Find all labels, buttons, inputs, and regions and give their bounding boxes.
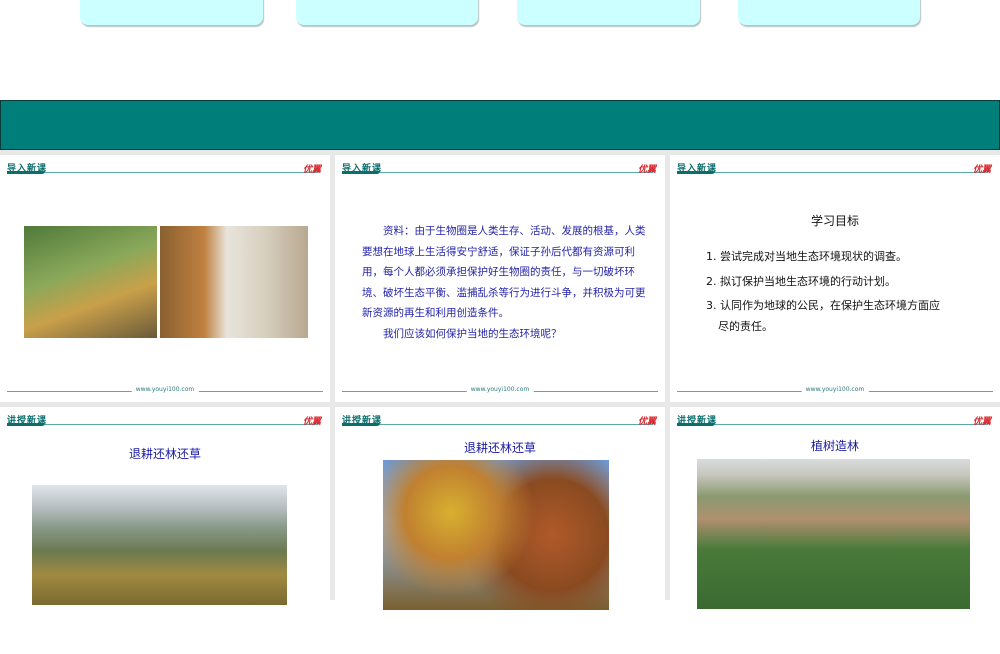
goal-item: 1. 尝试完成对当地生态环境现状的调查。 [706,250,907,263]
slide-title: 学习目标 [810,214,859,228]
reference-text: 资料：由于生物圈是人类生存、活动、发展的根基，人类要想在地球上生活得安宁舒适，保… [362,221,647,344]
slide-thumbnail-2[interactable]: 导入新课 优翼 资料：由于生物圈是人类生存、活动、发展的根基，人类要想在地球上生… [335,155,665,402]
autumn-trees-photo [383,460,609,610]
header-line [342,423,653,426]
slide-title: 退耕还林还草 [463,441,536,455]
slide-thumbnail-5[interactable]: 讲授新课 优翼 退耕还林还草 [335,407,665,654]
slide-title: 退耕还林还草 [128,447,201,461]
header-line [7,423,318,426]
header-line [7,171,318,174]
tiger-man-photo [160,226,308,338]
footer-line: www.youyi100.com [677,386,993,393]
header-line [677,171,988,174]
header-line [342,171,653,174]
grassland-photo [32,485,287,605]
goal-item: 2. 拟订保护当地生态环境的行动计划。 [706,275,896,288]
logo: 优翼 [302,417,321,427]
question: 我们应该如何保护当地的生态环境呢？ [383,327,562,340]
logo: 优翼 [302,165,321,175]
top-box-1[interactable] [80,0,263,25]
top-box-4[interactable] [738,0,920,25]
logo: 优翼 [972,165,991,175]
paragraph: 资料：由于生物圈是人类生存、活动、发展的根基，人类要想在地球上生活得安宁舒适，保… [362,225,646,319]
goal-item: 3. 认同作为地球的公民，在保护生态环境方面应 [706,299,940,312]
top-box-3[interactable] [517,0,700,25]
footer-line: www.youyi100.com [342,386,658,393]
footer-url: www.youyi100.com [466,386,534,393]
afforestation-photo [697,459,970,609]
slide-thumbnail-6[interactable]: 讲授新课 优翼 植树造林 [670,407,1000,654]
logo: 优翼 [972,417,991,427]
logo: 优翼 [637,417,656,427]
footer-url: www.youyi100.com [131,386,199,393]
footer-url: www.youyi100.com [801,386,869,393]
monkeys-photo [24,226,157,338]
section-band [0,100,1000,150]
top-box-2[interactable] [296,0,478,25]
goal-item-continued: 尽的责任。 [718,320,773,333]
slide-thumbnail-4[interactable]: 讲授新课 优翼 退耕还林还草 [0,407,330,654]
logo: 优翼 [637,165,656,175]
footer-line: www.youyi100.com [7,386,323,393]
slide-title: 植树造林 [810,439,859,453]
header-line [677,423,988,426]
slide-thumbnail-3[interactable]: 导入新课 优翼 学习目标 1. 尝试完成对当地生态环境现状的调查。 2. 拟订保… [670,155,1000,402]
slide-thumbnail-1[interactable]: 导入新课 优翼 www.youyi100.com [0,155,330,402]
